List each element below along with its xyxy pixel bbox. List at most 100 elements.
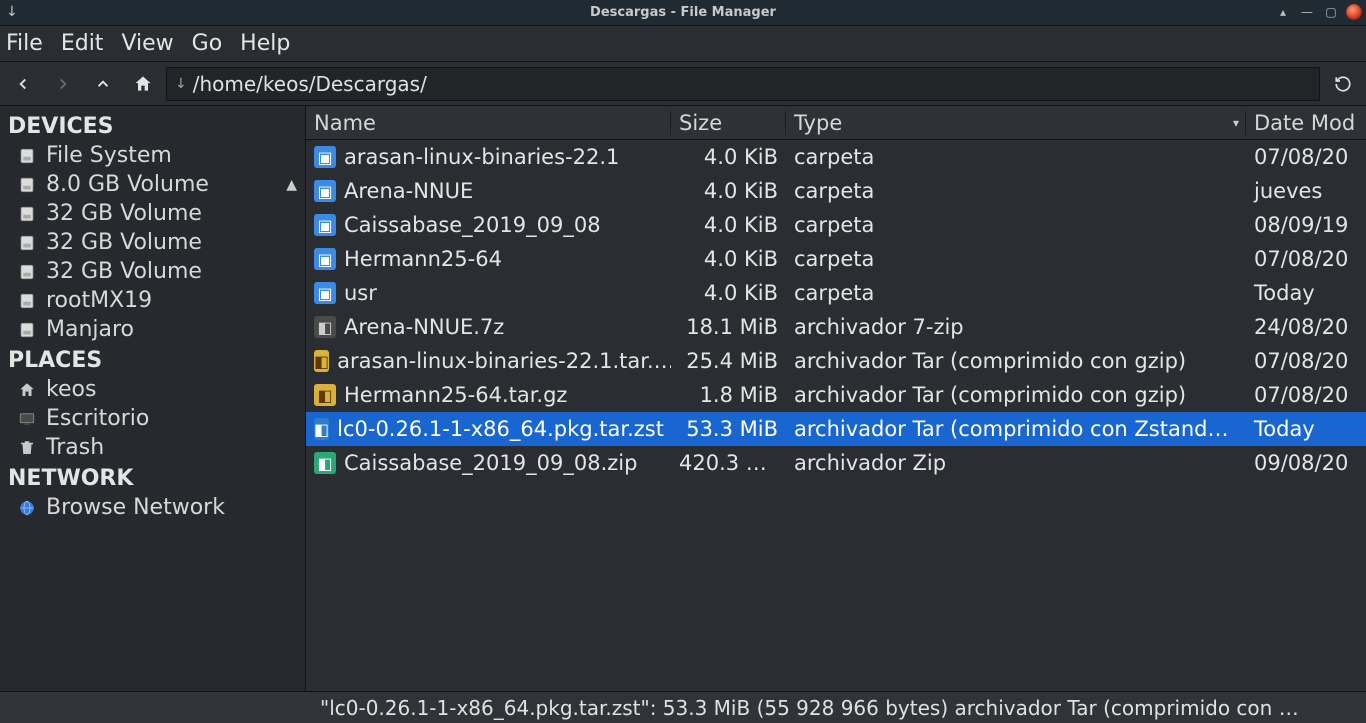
menu-help[interactable]: Help xyxy=(240,31,290,56)
cell-type: carpeta xyxy=(786,213,1246,237)
column-type-label: Type xyxy=(794,111,842,135)
titlebar: ↓ Descargas - File Manager ▴ — ▢ xyxy=(0,0,1366,26)
cell-name: ◧arasan-linux-binaries-22.1.tar.… xyxy=(306,349,671,373)
file-row[interactable]: ◧Hermann25-64.tar.gz1.8 MiBarchivador Ta… xyxy=(306,378,1366,412)
file-row[interactable]: ▣Caissabase_2019_09_084.0 KiBcarpeta08/0… xyxy=(306,208,1366,242)
path-arrow-icon: ↓ xyxy=(175,76,187,92)
sidebar-place-item[interactable]: Trash xyxy=(2,433,303,462)
cell-type: archivador Tar (comprimido con gzip) xyxy=(786,349,1246,373)
folder-icon: ▣ xyxy=(314,248,336,270)
file-name: Hermann25-64.tar.gz xyxy=(344,383,567,407)
home-button[interactable] xyxy=(126,67,160,101)
menu-file[interactable]: File xyxy=(6,31,43,56)
close-button[interactable] xyxy=(1346,4,1362,20)
cell-date: Today xyxy=(1246,417,1366,441)
disk-icon xyxy=(16,263,38,281)
forward-button[interactable] xyxy=(46,67,80,101)
sidebar-device-item[interactable]: File System xyxy=(2,141,303,170)
sidebar-place-item[interactable]: Escritorio xyxy=(2,404,303,433)
cell-size: 53.3 MiB xyxy=(671,417,786,441)
cell-name: ▣ Caissabase_2019_09_08 xyxy=(306,213,671,237)
sidebar-header-network: NETWORK xyxy=(2,462,303,493)
up-button[interactable] xyxy=(86,67,120,101)
sidebar-item-label: File System xyxy=(46,143,172,168)
folder-icon: ▣ xyxy=(314,180,336,202)
maximize-button[interactable]: ▢ xyxy=(1322,3,1340,21)
menu-go[interactable]: Go xyxy=(192,31,223,56)
cell-name: ▣arasan-linux-binaries-22.1 xyxy=(306,145,671,169)
eject-icon[interactable]: ▲ xyxy=(286,177,297,193)
cell-name: ▣Hermann25-64 xyxy=(306,247,671,271)
minimize-button[interactable]: — xyxy=(1298,3,1316,21)
cell-date: 07/08/20 xyxy=(1246,247,1366,271)
sidebar-item-label: 32 GB Volume xyxy=(46,201,202,226)
cell-size: 4.0 KiB xyxy=(671,281,786,305)
cell-size: 420.3 MiB xyxy=(671,451,786,475)
statusbar-text: "lc0-0.26.1-1-x86_64.pkg.tar.zst": 53.3 … xyxy=(320,696,1299,720)
cell-date: jueves xyxy=(1246,179,1366,203)
cell-type: archivador Tar (comprimido con Zstandard… xyxy=(786,417,1246,441)
column-date[interactable]: Date Mod xyxy=(1246,111,1366,135)
file-row[interactable]: ▣usr4.0 KiBcarpetaToday xyxy=(306,276,1366,310)
sidebar-device-item[interactable]: rootMX19 xyxy=(2,286,303,315)
cell-type: carpeta xyxy=(786,145,1246,169)
sidebar-item-label: 32 GB Volume xyxy=(46,230,202,255)
sidebar-item-label: rootMX19 xyxy=(46,288,152,313)
archive-icon: ◧ xyxy=(314,316,336,338)
cell-size: 4.0 KiB xyxy=(671,247,786,271)
file-list[interactable]: ▣arasan-linux-binaries-22.14.0 KiBcarpet… xyxy=(306,140,1366,691)
sidebar-device-item[interactable]: 32 GB Volume xyxy=(2,228,303,257)
cell-name: ◧lc0-0.26.1-1-x86_64.pkg.tar.zst xyxy=(306,417,671,441)
sort-indicator-icon: ▾ xyxy=(1233,116,1239,130)
cell-size: 18.1 MiB xyxy=(671,315,786,339)
disk-icon xyxy=(16,205,38,223)
refresh-button[interactable] xyxy=(1326,67,1360,101)
sidebar-item-label: 32 GB Volume xyxy=(46,259,202,284)
folder-icon: ▣ xyxy=(314,282,336,304)
file-row[interactable]: ◧lc0-0.26.1-1-x86_64.pkg.tar.zst53.3 MiB… xyxy=(306,412,1366,446)
file-row[interactable]: ◧arasan-linux-binaries-22.1.tar.…25.4 Mi… xyxy=(306,344,1366,378)
sidebar-item-label: Manjaro xyxy=(46,317,134,342)
file-name: Caissabase_2019_09_08.zip xyxy=(344,451,637,475)
file-row[interactable]: ◧Caissabase_2019_09_08.zip420.3 MiBarchi… xyxy=(306,446,1366,480)
folder-icon: ▣ xyxy=(314,214,336,236)
cell-date: 24/08/20 xyxy=(1246,315,1366,339)
menu-view[interactable]: View xyxy=(121,31,173,56)
cell-type: archivador Tar (comprimido con gzip) xyxy=(786,383,1246,407)
sidebar-device-item[interactable]: 8.0 GB Volume▲ xyxy=(2,170,303,199)
file-row[interactable]: ▣Hermann25-644.0 KiBcarpeta07/08/20 xyxy=(306,242,1366,276)
archive-icon: ◧ xyxy=(314,350,329,372)
sidebar-item-label: Escritorio xyxy=(46,406,149,431)
cell-date: 09/08/20 xyxy=(1246,451,1366,475)
cell-size: 4.0 KiB xyxy=(671,145,786,169)
shade-button[interactable]: ▴ xyxy=(1274,3,1292,21)
sidebar: DEVICES File System8.0 GB Volume▲32 GB V… xyxy=(0,106,306,691)
column-size[interactable]: Size xyxy=(671,111,786,135)
sidebar-device-item[interactable]: 32 GB Volume xyxy=(2,199,303,228)
cell-type: carpeta xyxy=(786,247,1246,271)
back-button[interactable] xyxy=(6,67,40,101)
trash-icon xyxy=(16,439,38,457)
sidebar-place-item[interactable]: keos xyxy=(2,375,303,404)
window-menu-icon[interactable]: ↓ xyxy=(6,4,18,20)
sidebar-header-devices: DEVICES xyxy=(2,110,303,141)
disk-icon xyxy=(16,292,38,310)
cell-name: ◧Caissabase_2019_09_08.zip xyxy=(306,451,671,475)
folder-icon: ▣ xyxy=(314,146,336,168)
cell-name: ▣Arena-NNUE xyxy=(306,179,671,203)
file-row[interactable]: ◧Arena-NNUE.7z18.1 MiBarchivador 7-zip24… xyxy=(306,310,1366,344)
cell-size: 25.4 MiB xyxy=(671,349,786,373)
column-type[interactable]: Type ▾ xyxy=(786,111,1246,135)
sidebar-device-item[interactable]: Manjaro xyxy=(2,315,303,344)
menu-edit[interactable]: Edit xyxy=(61,31,104,56)
sidebar-device-item[interactable]: 32 GB Volume xyxy=(2,257,303,286)
disk-icon xyxy=(16,147,38,165)
file-name: Caissabase_2019_09_08 xyxy=(344,213,601,237)
column-name[interactable]: Name xyxy=(306,111,671,135)
cell-size: 4.0 KiB xyxy=(671,179,786,203)
file-row[interactable]: ▣Arena-NNUE4.0 KiBcarpetajueves xyxy=(306,174,1366,208)
file-row[interactable]: ▣arasan-linux-binaries-22.14.0 KiBcarpet… xyxy=(306,140,1366,174)
cell-type: carpeta xyxy=(786,281,1246,305)
sidebar-network-item[interactable]: Browse Network xyxy=(2,493,303,522)
path-input[interactable]: ↓ /home/keos/Descargas/ xyxy=(166,67,1320,101)
